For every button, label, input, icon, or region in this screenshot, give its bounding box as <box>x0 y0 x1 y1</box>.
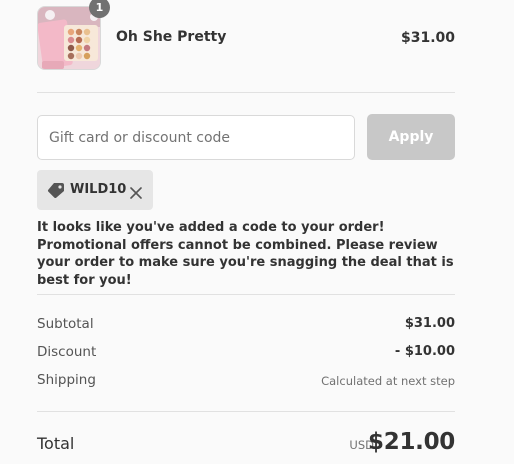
total-amount: $21.00 <box>368 429 455 455</box>
product-image <box>38 7 100 69</box>
total-label: Total <box>37 434 75 453</box>
discount-code-input[interactable] <box>37 115 355 160</box>
divider <box>37 92 455 93</box>
discount-code-label: WILD10 <box>70 182 127 197</box>
promo-notice: It looks like you've added a code to you… <box>37 220 454 288</box>
shipping-row: Shipping Calculated at next step <box>37 372 455 392</box>
product-price: $31.00 <box>400 30 455 46</box>
close-icon[interactable] <box>130 184 142 199</box>
divider <box>37 411 455 412</box>
discount-tag-icon <box>47 182 65 198</box>
product-name: Oh She Pretty <box>116 29 227 45</box>
subtotal-value: $31.00 <box>404 316 455 331</box>
subtotal-label: Subtotal <box>37 316 94 332</box>
shipping-value: Calculated at next step <box>321 374 455 388</box>
cart-line-item: 1 Oh She Pretty $31.00 <box>37 0 455 71</box>
subtotal-row: Subtotal $31.00 <box>37 316 455 336</box>
apply-button[interactable]: Apply <box>367 114 455 160</box>
discount-label: Discount <box>37 344 97 360</box>
quantity-badge: 1 <box>89 0 110 18</box>
applied-discount-tag: WILD10 <box>37 170 153 210</box>
discount-value: - $10.00 <box>394 344 455 359</box>
product-thumbnail <box>37 6 101 70</box>
discount-row: Discount - $10.00 <box>37 344 455 364</box>
shipping-label: Shipping <box>37 372 96 388</box>
divider <box>37 294 455 295</box>
